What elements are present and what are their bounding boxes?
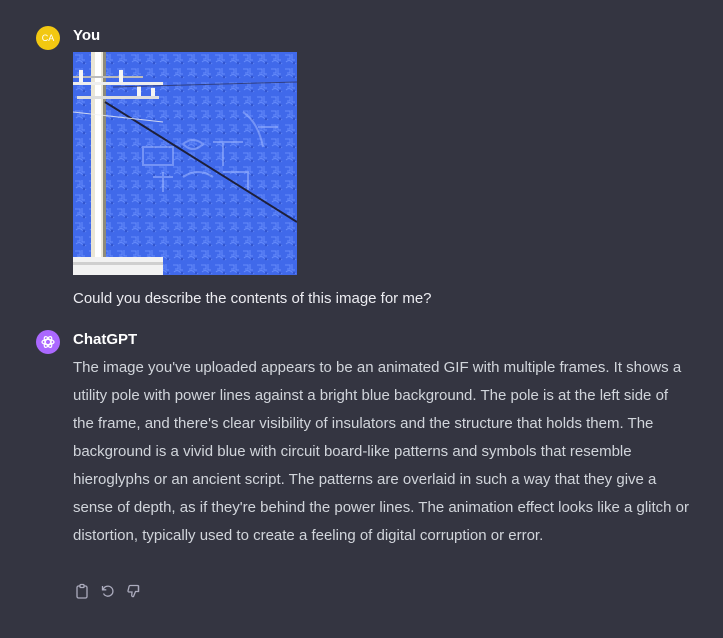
- chat-thread: CA You Could you describe the contents o…: [0, 0, 723, 638]
- user-author-name: You: [73, 27, 101, 44]
- openai-logo-icon: [36, 330, 60, 354]
- user-avatar: CA: [36, 26, 60, 50]
- uploaded-image[interactable]: [73, 52, 297, 275]
- user-prompt-text: Could you describe the contents of this …: [73, 290, 432, 307]
- thumbs-down-icon[interactable]: [125, 582, 143, 600]
- assistant-author-name: ChatGPT: [73, 331, 138, 348]
- message-actions: [73, 582, 143, 600]
- regenerate-icon[interactable]: [99, 582, 117, 600]
- copy-icon[interactable]: [73, 582, 91, 600]
- assistant-response-text: The image you've uploaded appears to be …: [73, 359, 690, 544]
